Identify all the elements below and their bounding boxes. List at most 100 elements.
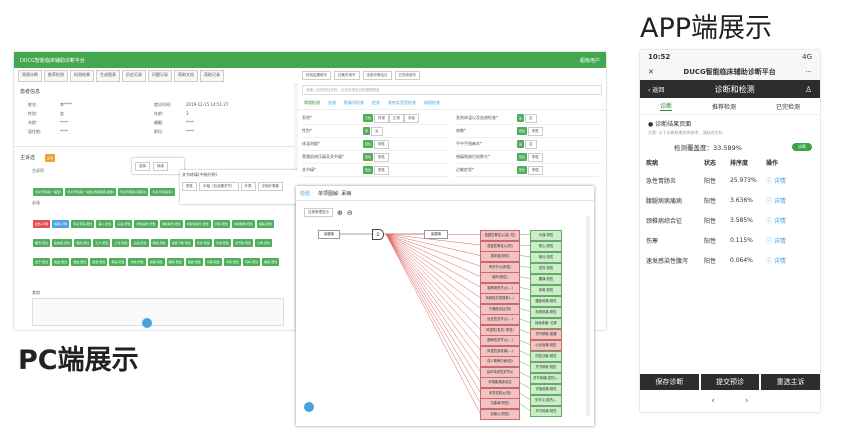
row-detail-link[interactable]: ⓘ 详情 xyxy=(766,236,802,245)
popup-option-continue[interactable]: 继续 xyxy=(153,161,168,171)
cause-node[interactable]: 风湿性多肌痛(...) xyxy=(480,345,520,357)
effect-node[interactable]: 阳性过敏-阳性 xyxy=(530,351,562,362)
right-tab[interactable]: 全部诊断结论 xyxy=(362,71,392,80)
search-input[interactable]: 请输入检测项目名称、支持多项目名称模糊搜索 xyxy=(302,85,602,95)
other-input[interactable] xyxy=(32,298,284,326)
cause-node[interactable]: 纤维肌痛综合征 xyxy=(480,377,520,388)
required-tag[interactable]: 心悸-阳性 xyxy=(255,239,273,247)
effect-node[interactable]: 手指疼痛-阳性 xyxy=(530,384,562,395)
required-tag[interactable]: 咳嗽-不明 xyxy=(52,220,70,228)
required-tag[interactable]: 出汗-阳性 xyxy=(33,258,51,266)
required-tag[interactable]: 腰痛-阳性 xyxy=(166,258,184,266)
effect-node[interactable]: 关节肿胀-肌僵 xyxy=(530,329,562,340)
effect-node[interactable]: 关节肿胀-阳性 xyxy=(530,362,562,373)
popup-choice[interactable]: 中轴（包含腰关节） xyxy=(199,182,239,191)
pc-tab-1[interactable]: 推荐检测 xyxy=(44,70,68,82)
popup-option-select[interactable]: 选择 xyxy=(135,161,150,171)
right-subtab[interactable]: 影像学检查 xyxy=(344,100,364,106)
required-tag[interactable]: 发热-不明 xyxy=(33,220,51,228)
form-option[interactable]: 已检 xyxy=(363,114,374,122)
cause-node[interactable]: 系统性红斑狼疮(...) xyxy=(480,293,520,304)
effect-node[interactable]: 肌肉疼痛-阳性 xyxy=(530,307,562,318)
user-icon[interactable]: ♙ xyxy=(805,85,812,94)
row-detail-link[interactable]: ⓘ 详情 xyxy=(766,256,802,265)
form-option[interactable]: 阳性 xyxy=(363,140,374,148)
pc-tab-3[interactable]: 生成图表 xyxy=(96,70,120,82)
right-tab[interactable]: 过敏史填写 xyxy=(334,71,360,80)
cause-node[interactable]: 肠病性关节炎(...) xyxy=(480,335,520,346)
effect-node[interactable]: 关节疼痛(发热)... xyxy=(530,373,562,384)
required-tag[interactable]: 颈痛-阳性 xyxy=(185,258,203,266)
app-tab-2[interactable]: 已完检测 xyxy=(776,102,800,111)
diagram-scrollbar[interactable] xyxy=(586,216,590,416)
right-tab[interactable]: 检验结果填写 xyxy=(302,71,331,80)
pc-tab-7[interactable]: 获取记录 xyxy=(200,70,224,82)
form-option[interactable]: 否 xyxy=(525,139,537,149)
symptom-tag[interactable]: 手关节疼痛(有) xyxy=(150,188,175,196)
cause-node[interactable]: 幼年特发性关节炎 xyxy=(480,366,520,378)
required-tag[interactable]: 关节肿-阳性 xyxy=(232,239,254,247)
required-tag[interactable]: 鼻塞-阳性 xyxy=(194,239,212,247)
right-subtab[interactable]: 症状 xyxy=(372,100,380,106)
required-tag[interactable]: 胸闷-阳性 xyxy=(74,239,92,247)
required-tag[interactable]: 肌肉痛-阳性 xyxy=(52,239,73,247)
required-tag[interactable]: 黄疸-阳性 xyxy=(109,258,127,266)
app-footer-button[interactable]: 重选主诉 xyxy=(761,374,820,390)
cause-node[interactable]: 血管炎(阳性) xyxy=(480,408,520,420)
cause-node[interactable]: 类风湿(阳性) xyxy=(480,251,520,262)
required-tag[interactable]: 失眠-阳性 xyxy=(147,258,165,266)
required-tag[interactable]: 食欲下降-阳性 xyxy=(169,239,193,247)
row-detail-link[interactable]: ⓘ 详情 xyxy=(766,176,802,185)
close-icon[interactable]: ✕ xyxy=(648,68,654,76)
right-subtab[interactable]: 病理检查 xyxy=(424,100,440,106)
form-option[interactable]: 是 xyxy=(517,140,525,148)
app-tab-0[interactable]: 诊断 xyxy=(659,101,672,111)
form-option[interactable]: 未检 xyxy=(404,113,420,123)
required-tag[interactable]: 咯血-阳性 xyxy=(52,258,70,266)
pc-tab-0[interactable]: 常规诊断 xyxy=(18,70,42,82)
cause-node[interactable]: 强直性脊柱炎(高: 性) xyxy=(480,230,520,241)
form-option[interactable]: 阳性 xyxy=(363,153,374,161)
form-option[interactable]: 阳性 xyxy=(517,127,528,135)
symptom-tag[interactable]: 手关节疼痛(一般型) xyxy=(33,188,64,196)
cause-node[interactable]: 强直性脊柱炎(阳) xyxy=(480,240,520,252)
cause-node[interactable]: 反应性关节炎(...) xyxy=(480,314,520,325)
more-icon[interactable]: ··· xyxy=(805,68,812,76)
diagram-scroll-button[interactable] xyxy=(304,402,314,412)
diagnose-button[interactable]: 诊断 xyxy=(792,143,812,151)
app-footer-button[interactable]: 提交预诊 xyxy=(700,374,760,390)
required-tag[interactable]: 流涕-阳性 xyxy=(213,239,231,247)
scroll-top-button[interactable] xyxy=(142,318,152,328)
cause-node[interactable]: 白塞病(阳性) xyxy=(480,398,520,409)
required-tag[interactable]: 头晕-阳性 xyxy=(115,220,133,228)
right-subtab[interactable]: 常规检测 xyxy=(304,100,320,106)
effect-node[interactable]: 腰部疼痛-阳性 xyxy=(530,296,562,307)
center-node[interactable]: 呆腿疼 xyxy=(424,230,448,239)
required-tag[interactable]: 胃痛-阳性 xyxy=(223,258,242,266)
required-tag[interactable]: 眩晕-阳性 xyxy=(262,258,280,266)
required-tag[interactable]: 肾脏病史-阳性 xyxy=(159,220,183,228)
symptom-tag[interactable]: 手关节疼痛(有明显) xyxy=(118,188,149,196)
effect-node[interactable]: 持续疼痛: 红肿 xyxy=(530,318,562,329)
popup-choice[interactable]: 中轴外周都 xyxy=(257,182,283,191)
right-tab[interactable]: 已完成填写 xyxy=(394,71,420,80)
cause-node[interactable]: 多发性肌炎(阳) xyxy=(480,387,520,399)
cause-node[interactable]: 骨关节炎(阳性) xyxy=(480,261,520,273)
required-tag[interactable]: 便血-阳性 xyxy=(71,258,89,266)
pc-tab-6[interactable]: 帮助文档 xyxy=(174,70,198,82)
right-subtab[interactable]: 血液 xyxy=(328,100,336,106)
next-icon[interactable]: › xyxy=(745,396,749,406)
cause-node[interactable]: 干燥综合征(阳) xyxy=(480,303,520,315)
required-tag[interactable]: 头痛-阳性 xyxy=(131,239,149,247)
effect-node[interactable]: 关节疼痛-阳性 xyxy=(530,406,562,417)
form-option[interactable]: 阳性 xyxy=(517,153,528,161)
required-tag[interactable]: 呼吸困难-阳性 xyxy=(231,220,255,228)
required-tag[interactable]: 尿频-阳性 xyxy=(90,258,108,266)
symptom-tag[interactable]: 手关节疼痛(一般性)局部疼痛(颈部) xyxy=(65,188,117,196)
required-tag[interactable]: 有关节痛-阳性 xyxy=(71,220,95,228)
form-option[interactable]: 女 xyxy=(371,126,383,136)
form-option[interactable]: 阴性 xyxy=(528,152,544,162)
form-option[interactable]: 正常 xyxy=(389,113,405,123)
pc-tab-4[interactable]: 历史记录 xyxy=(122,70,146,82)
cause-node[interactable]: 银屑病关节炎(...) xyxy=(480,282,520,294)
